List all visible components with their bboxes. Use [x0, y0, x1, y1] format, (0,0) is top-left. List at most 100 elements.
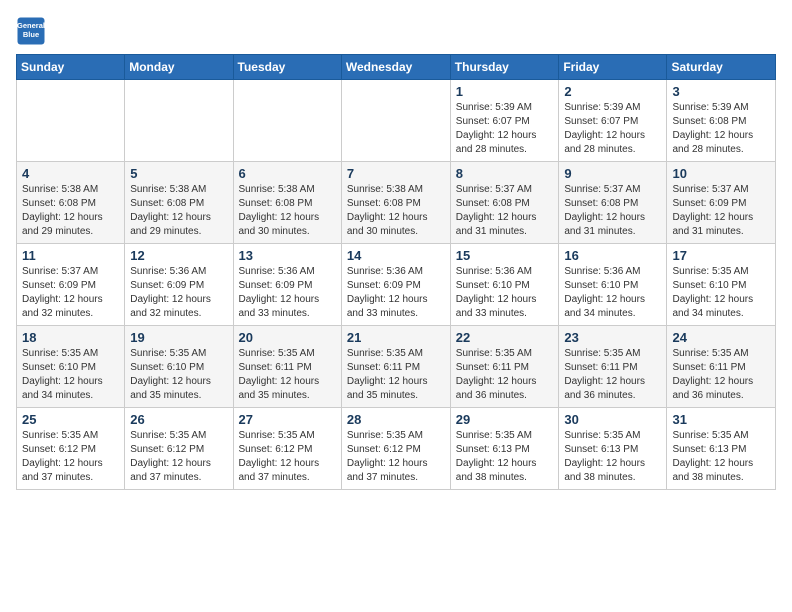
day-info: Sunrise: 5:36 AM Sunset: 6:09 PM Dayligh…: [347, 265, 445, 321]
day-number: 2: [564, 84, 661, 99]
calendar-cell-4-4: 29Sunrise: 5:35 AM Sunset: 6:13 PM Dayli…: [450, 408, 559, 490]
calendar-cell-0-4: 1Sunrise: 5:39 AM Sunset: 6:07 PM Daylig…: [450, 80, 559, 162]
day-number: 16: [564, 248, 661, 263]
day-number: 3: [672, 84, 770, 99]
day-info: Sunrise: 5:35 AM Sunset: 6:12 PM Dayligh…: [22, 429, 119, 485]
col-thursday: Thursday: [450, 55, 559, 80]
day-number: 31: [672, 412, 770, 427]
day-number: 12: [130, 248, 227, 263]
day-info: Sunrise: 5:35 AM Sunset: 6:11 PM Dayligh…: [456, 347, 554, 403]
day-number: 23: [564, 330, 661, 345]
svg-text:General: General: [17, 21, 45, 30]
day-info: Sunrise: 5:35 AM Sunset: 6:12 PM Dayligh…: [130, 429, 227, 485]
day-number: 5: [130, 166, 227, 181]
day-info: Sunrise: 5:35 AM Sunset: 6:13 PM Dayligh…: [564, 429, 661, 485]
day-number: 24: [672, 330, 770, 345]
calendar-cell-2-0: 11 Sunrise: 5:37 AM Sunset: 6:09 PM Dayli…: [17, 244, 125, 326]
col-sunday: Sunday: [17, 55, 125, 80]
day-info: Sunrise: 5:38 AM Sunset: 6:08 PM Dayligh…: [130, 183, 227, 239]
calendar-cell-3-2: 20Sunrise: 5:35 AM Sunset: 6:11 PM Dayli…: [233, 326, 341, 408]
calendar-cell-1-1: 5 Sunrise: 5:38 AM Sunset: 6:08 PM Daylig…: [125, 162, 233, 244]
day-number: 26: [130, 412, 227, 427]
calendar-cell-1-0: 4 Sunrise: 5:38 AM Sunset: 6:08 PM Daylig…: [17, 162, 125, 244]
day-number: 9: [564, 166, 661, 181]
calendar-cell-1-3: 7Sunrise: 5:38 AM Sunset: 6:08 PM Daylig…: [341, 162, 450, 244]
calendar-cell-1-5: 9 Sunrise: 5:37 AM Sunset: 6:08 PM Daylig…: [559, 162, 667, 244]
day-info: Sunrise: 5:37 AM Sunset: 6:09 PM Dayligh…: [672, 183, 770, 239]
week-row-3: 11 Sunrise: 5:37 AM Sunset: 6:09 PM Dayli…: [17, 244, 776, 326]
col-tuesday: Tuesday: [233, 55, 341, 80]
calendar-cell-2-4: 15Sunrise: 5:36 AM Sunset: 6:10 PM Dayli…: [450, 244, 559, 326]
calendar-cell-3-3: 21 Sunrise: 5:35 AM Sunset: 6:11 PM Dayli…: [341, 326, 450, 408]
calendar-cell-4-0: 25 Sunrise: 5:35 AM Sunset: 6:12 PM Dayli…: [17, 408, 125, 490]
day-info: Sunrise: 5:37 AM Sunset: 6:08 PM Dayligh…: [564, 183, 661, 239]
col-friday: Friday: [559, 55, 667, 80]
col-wednesday: Wednesday: [341, 55, 450, 80]
day-number: 25: [22, 412, 119, 427]
day-number: 8: [456, 166, 554, 181]
day-info: Sunrise: 5:36 AM Sunset: 6:10 PM Dayligh…: [456, 265, 554, 321]
day-number: 21: [347, 330, 445, 345]
calendar-cell-0-6: 3 Sunrise: 5:39 AM Sunset: 6:08 PM Daylig…: [667, 80, 776, 162]
col-monday: Monday: [125, 55, 233, 80]
day-number: 28: [347, 412, 445, 427]
day-number: 4: [22, 166, 119, 181]
day-info: Sunrise: 5:37 AM Sunset: 6:09 PM Dayligh…: [22, 265, 119, 321]
calendar-cell-0-0: [17, 80, 125, 162]
logo-icon: General Blue: [16, 16, 46, 46]
calendar-cell-1-6: 10 Sunrise: 5:37 AM Sunset: 6:09 PM Dayli…: [667, 162, 776, 244]
calendar-cell-3-5: 23 Sunrise: 5:35 AM Sunset: 6:11 PM Dayli…: [559, 326, 667, 408]
week-row-2: 4 Sunrise: 5:38 AM Sunset: 6:08 PM Daylig…: [17, 162, 776, 244]
calendar-cell-1-2: 6 Sunrise: 5:38 AM Sunset: 6:08 PM Daylig…: [233, 162, 341, 244]
day-info: Sunrise: 5:36 AM Sunset: 6:09 PM Dayligh…: [130, 265, 227, 321]
calendar-cell-4-3: 28Sunrise: 5:35 AM Sunset: 6:12 PM Dayli…: [341, 408, 450, 490]
day-info: Sunrise: 5:38 AM Sunset: 6:08 PM Dayligh…: [347, 183, 445, 239]
day-number: 27: [239, 412, 336, 427]
day-info: Sunrise: 5:38 AM Sunset: 6:08 PM Dayligh…: [22, 183, 119, 239]
day-info: Sunrise: 5:38 AM Sunset: 6:08 PM Dayligh…: [239, 183, 336, 239]
calendar-cell-2-3: 14Sunrise: 5:36 AM Sunset: 6:09 PM Dayli…: [341, 244, 450, 326]
calendar-cell-4-1: 26 Sunrise: 5:35 AM Sunset: 6:12 PM Dayli…: [125, 408, 233, 490]
calendar-cell-2-2: 13Sunrise: 5:36 AM Sunset: 6:09 PM Dayli…: [233, 244, 341, 326]
calendar-cell-3-6: 24Sunrise: 5:35 AM Sunset: 6:11 PM Dayli…: [667, 326, 776, 408]
day-info: Sunrise: 5:36 AM Sunset: 6:09 PM Dayligh…: [239, 265, 336, 321]
day-info: Sunrise: 5:35 AM Sunset: 6:10 PM Dayligh…: [672, 265, 770, 321]
calendar-cell-2-6: 17Sunrise: 5:35 AM Sunset: 6:10 PM Dayli…: [667, 244, 776, 326]
day-number: 11: [22, 248, 119, 263]
calendar-cell-4-5: 30 Sunrise: 5:35 AM Sunset: 6:13 PM Dayli…: [559, 408, 667, 490]
day-info: Sunrise: 5:35 AM Sunset: 6:10 PM Dayligh…: [130, 347, 227, 403]
day-number: 1: [456, 84, 554, 99]
day-info: Sunrise: 5:35 AM Sunset: 6:13 PM Dayligh…: [672, 429, 770, 485]
calendar-cell-0-3: [341, 80, 450, 162]
calendar-cell-0-5: 2 Sunrise: 5:39 AM Sunset: 6:07 PM Daylig…: [559, 80, 667, 162]
day-number: 10: [672, 166, 770, 181]
day-info: Sunrise: 5:35 AM Sunset: 6:12 PM Dayligh…: [239, 429, 336, 485]
day-info: Sunrise: 5:36 AM Sunset: 6:10 PM Dayligh…: [564, 265, 661, 321]
page-header: General Blue: [16, 16, 776, 46]
day-number: 18: [22, 330, 119, 345]
day-number: 30: [564, 412, 661, 427]
calendar-cell-0-1: [125, 80, 233, 162]
col-saturday: Saturday: [667, 55, 776, 80]
calendar-cell-2-5: 16 Sunrise: 5:36 AM Sunset: 6:10 PM Dayli…: [559, 244, 667, 326]
calendar-cell-3-4: 22 Sunrise: 5:35 AM Sunset: 6:11 PM Dayli…: [450, 326, 559, 408]
day-info: Sunrise: 5:35 AM Sunset: 6:11 PM Dayligh…: [347, 347, 445, 403]
week-row-1: 1 Sunrise: 5:39 AM Sunset: 6:07 PM Daylig…: [17, 80, 776, 162]
day-info: Sunrise: 5:37 AM Sunset: 6:08 PM Dayligh…: [456, 183, 554, 239]
day-number: 22: [456, 330, 554, 345]
calendar-cell-1-4: 8 Sunrise: 5:37 AM Sunset: 6:08 PM Daylig…: [450, 162, 559, 244]
day-info: Sunrise: 5:35 AM Sunset: 6:13 PM Dayligh…: [456, 429, 554, 485]
day-info: Sunrise: 5:39 AM Sunset: 6:08 PM Dayligh…: [672, 101, 770, 157]
calendar-header-row: Sunday Monday Tuesday Wednesday Thursday…: [17, 55, 776, 80]
day-number: 6: [239, 166, 336, 181]
calendar-cell-0-2: [233, 80, 341, 162]
svg-text:Blue: Blue: [23, 30, 39, 39]
day-info: Sunrise: 5:35 AM Sunset: 6:10 PM Dayligh…: [22, 347, 119, 403]
day-info: Sunrise: 5:35 AM Sunset: 6:11 PM Dayligh…: [564, 347, 661, 403]
day-number: 19: [130, 330, 227, 345]
day-info: Sunrise: 5:35 AM Sunset: 6:11 PM Dayligh…: [239, 347, 336, 403]
calendar-cell-4-2: 27 Sunrise: 5:35 AM Sunset: 6:12 PM Dayli…: [233, 408, 341, 490]
logo: General Blue: [16, 16, 50, 46]
day-info: Sunrise: 5:39 AM Sunset: 6:07 PM Dayligh…: [564, 101, 661, 157]
week-row-4: 18 Sunrise: 5:35 AM Sunset: 6:10 PM Dayli…: [17, 326, 776, 408]
